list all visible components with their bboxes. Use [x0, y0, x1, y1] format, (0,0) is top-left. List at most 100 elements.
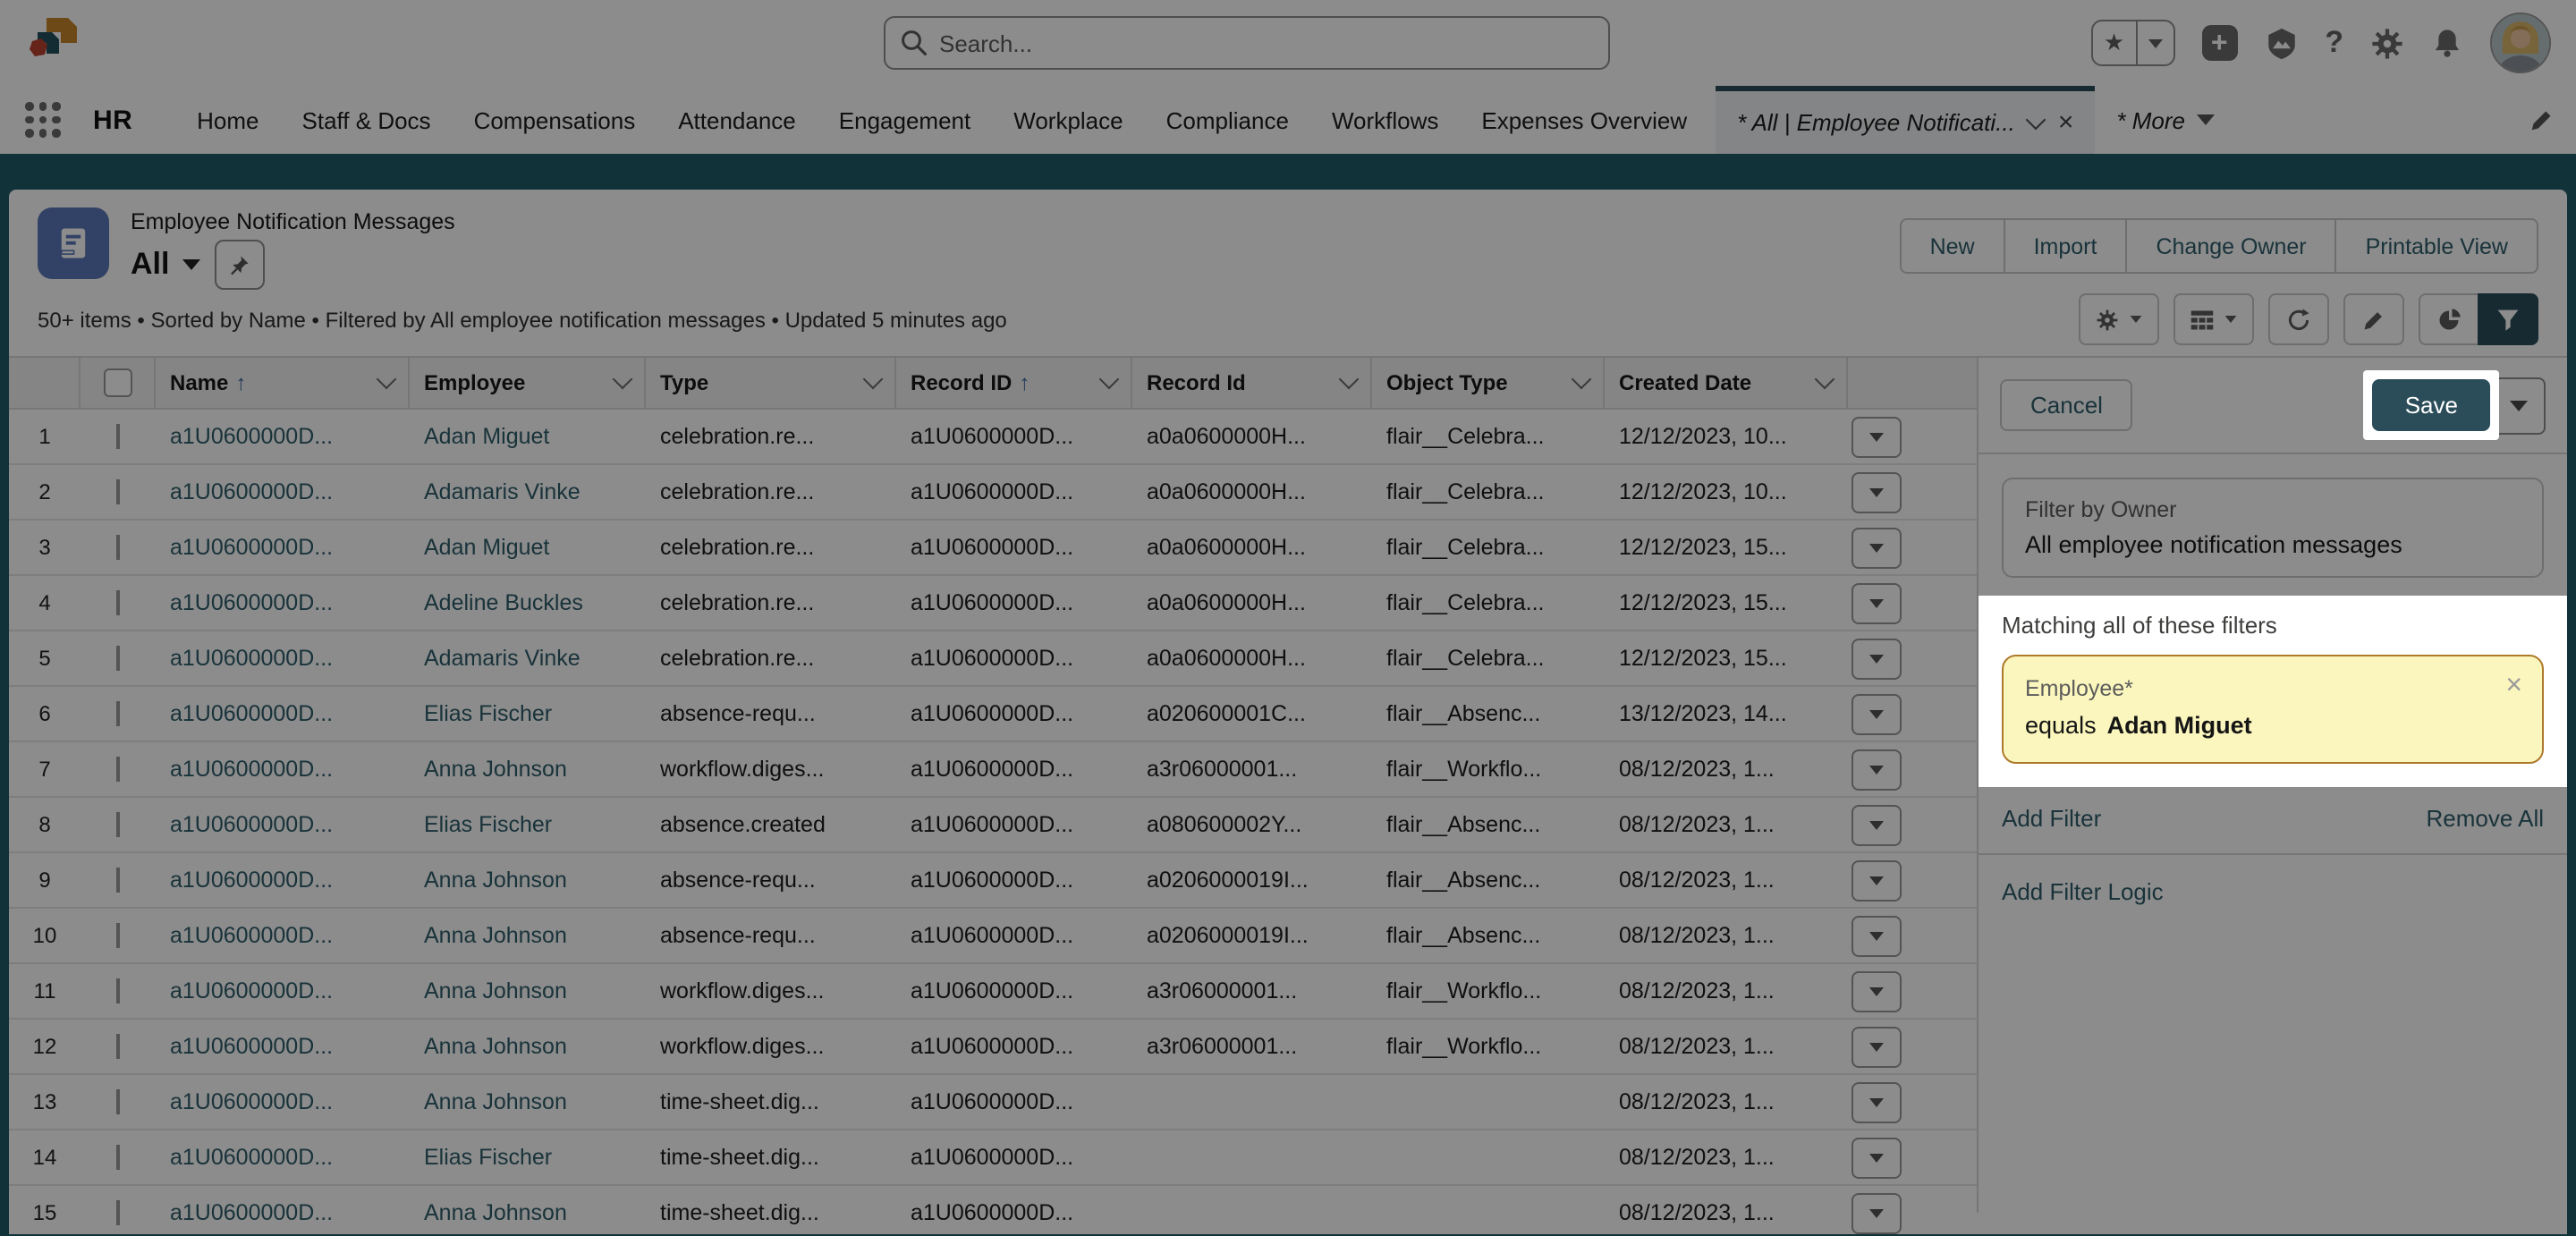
record-name-link[interactable]: a1U0600000D...: [170, 1145, 333, 1170]
save-options-caret-button[interactable]: [2492, 377, 2546, 434]
select-all-checkbox[interactable]: [103, 368, 131, 397]
remove-filter-icon[interactable]: ×: [2505, 673, 2522, 701]
column-menu-chevron-icon[interactable]: [377, 369, 397, 390]
remove-all-link[interactable]: Remove All: [2427, 805, 2545, 832]
column-header-record-id-2[interactable]: Record Id: [1132, 358, 1372, 408]
record-name-link[interactable]: a1U0600000D...: [170, 535, 333, 560]
refresh-button[interactable]: [2268, 293, 2329, 345]
help-icon[interactable]: ?: [2325, 25, 2343, 61]
employee-link[interactable]: Adan Miguet: [424, 535, 549, 560]
row-actions-menu-button[interactable]: [1852, 1137, 1902, 1178]
employee-link[interactable]: Adamaris Vinke: [424, 646, 580, 671]
record-name-link[interactable]: a1U0600000D...: [170, 701, 333, 726]
pin-view-button[interactable]: [214, 240, 264, 290]
column-menu-chevron-icon[interactable]: [1339, 369, 1360, 390]
column-header-type[interactable]: Type: [646, 358, 896, 408]
favorites-button[interactable]: ★: [2091, 20, 2174, 66]
column-header-created-date[interactable]: Created Date: [1605, 358, 1848, 408]
employee-link[interactable]: Elias Fischer: [424, 812, 552, 837]
cancel-button[interactable]: Cancel: [2000, 379, 2133, 431]
row-actions-menu-button[interactable]: [1852, 1081, 1902, 1122]
column-header-object-type[interactable]: Object Type: [1372, 358, 1605, 408]
record-name-link[interactable]: a1U0600000D...: [170, 424, 333, 449]
global-add-icon[interactable]: +: [2201, 25, 2237, 61]
employee-link[interactable]: Anna Johnson: [424, 868, 567, 893]
save-button[interactable]: Save: [2373, 379, 2490, 431]
tab-chevron-down-icon[interactable]: [2027, 109, 2047, 130]
row-actions-menu-button[interactable]: [1852, 970, 1902, 1012]
row-checkbox[interactable]: [116, 868, 120, 893]
filter-by-owner-box[interactable]: Filter by Owner All employee notificatio…: [2002, 478, 2544, 578]
active-tab-employee-notifications[interactable]: * All | Employee Notificati... ×: [1716, 86, 2095, 154]
add-filter-logic-link[interactable]: Add Filter Logic: [2002, 878, 2164, 905]
record-name-link[interactable]: a1U0600000D...: [170, 812, 333, 837]
search-input[interactable]: [884, 16, 1610, 70]
row-actions-menu-button[interactable]: [1852, 527, 1902, 568]
tab-close-icon[interactable]: ×: [2058, 109, 2074, 136]
row-checkbox[interactable]: [116, 1200, 120, 1225]
record-name-link[interactable]: a1U0600000D...: [170, 590, 333, 615]
row-actions-menu-button[interactable]: [1852, 1026, 1902, 1067]
record-name-link[interactable]: a1U0600000D...: [170, 1034, 333, 1059]
new-button[interactable]: New: [1900, 218, 2005, 274]
edit-navigation-pencil-icon[interactable]: [2528, 106, 2555, 133]
setup-gear-icon[interactable]: [2370, 26, 2404, 60]
employee-link[interactable]: Anna Johnson: [424, 757, 567, 782]
row-actions-menu-button[interactable]: [1852, 804, 1902, 845]
more-tabs-menu[interactable]: * More: [2095, 86, 2237, 154]
filter-button-active[interactable]: [2478, 293, 2538, 345]
favorites-caret-icon[interactable]: [2135, 21, 2173, 64]
row-checkbox[interactable]: [116, 1089, 120, 1114]
user-avatar[interactable]: [2490, 13, 2551, 73]
employee-link[interactable]: Anna Johnson: [424, 978, 567, 1003]
record-name-link[interactable]: a1U0600000D...: [170, 923, 333, 948]
row-checkbox[interactable]: [116, 1145, 120, 1170]
row-actions-menu-button[interactable]: [1852, 749, 1902, 790]
row-actions-menu-button[interactable]: [1852, 416, 1902, 457]
employee-link[interactable]: Adamaris Vinke: [424, 479, 580, 504]
employee-link[interactable]: Anna Johnson: [424, 1200, 567, 1225]
inline-edit-pencil-button[interactable]: [2343, 293, 2404, 345]
notifications-bell-icon[interactable]: [2431, 27, 2463, 59]
charts-button[interactable]: [2419, 293, 2479, 345]
employee-link[interactable]: Adeline Buckles: [424, 590, 583, 615]
column-menu-chevron-icon[interactable]: [613, 369, 633, 390]
employee-link[interactable]: Adan Miguet: [424, 424, 549, 449]
column-menu-chevron-icon[interactable]: [1815, 369, 1835, 390]
row-checkbox[interactable]: [116, 424, 120, 449]
row-checkbox[interactable]: [116, 923, 120, 948]
row-checkbox[interactable]: [116, 590, 120, 615]
employee-link[interactable]: Elias Fischer: [424, 1145, 552, 1170]
view-selector[interactable]: All: [131, 247, 199, 283]
nav-item-workflows[interactable]: Workflows: [1310, 106, 1460, 133]
row-actions-menu-button[interactable]: [1852, 471, 1902, 512]
nav-item-compensations[interactable]: Compensations: [453, 106, 657, 133]
printable-view-button[interactable]: Printable View: [2335, 218, 2538, 274]
change-owner-button[interactable]: Change Owner: [2125, 218, 2336, 274]
row-checkbox[interactable]: [116, 479, 120, 504]
guidance-icon[interactable]: [2264, 26, 2298, 60]
row-checkbox[interactable]: [116, 757, 120, 782]
column-menu-chevron-icon[interactable]: [863, 369, 884, 390]
column-menu-chevron-icon[interactable]: [1572, 369, 1592, 390]
employee-link[interactable]: Anna Johnson: [424, 923, 567, 948]
row-checkbox[interactable]: [116, 978, 120, 1003]
employee-link[interactable]: Anna Johnson: [424, 1089, 567, 1114]
record-name-link[interactable]: a1U0600000D...: [170, 868, 333, 893]
row-actions-menu-button[interactable]: [1852, 582, 1902, 623]
record-name-link[interactable]: a1U0600000D...: [170, 646, 333, 671]
employee-link[interactable]: Elias Fischer: [424, 701, 552, 726]
column-menu-chevron-icon[interactable]: [1099, 369, 1120, 390]
app-launcher-waffle-icon[interactable]: [25, 102, 61, 138]
import-button[interactable]: Import: [2004, 218, 2128, 274]
nav-item-expenses-overview[interactable]: Expenses Overview: [1460, 106, 1708, 133]
nav-item-compliance[interactable]: Compliance: [1145, 106, 1310, 133]
row-actions-menu-button[interactable]: [1852, 693, 1902, 734]
column-header-name[interactable]: Name↑: [156, 358, 410, 408]
employee-link[interactable]: Anna Johnson: [424, 1034, 567, 1059]
nav-item-staff-docs[interactable]: Staff & Docs: [281, 106, 453, 133]
row-checkbox[interactable]: [116, 701, 120, 726]
row-checkbox[interactable]: [116, 646, 120, 671]
record-name-link[interactable]: a1U0600000D...: [170, 1089, 333, 1114]
record-name-link[interactable]: a1U0600000D...: [170, 479, 333, 504]
